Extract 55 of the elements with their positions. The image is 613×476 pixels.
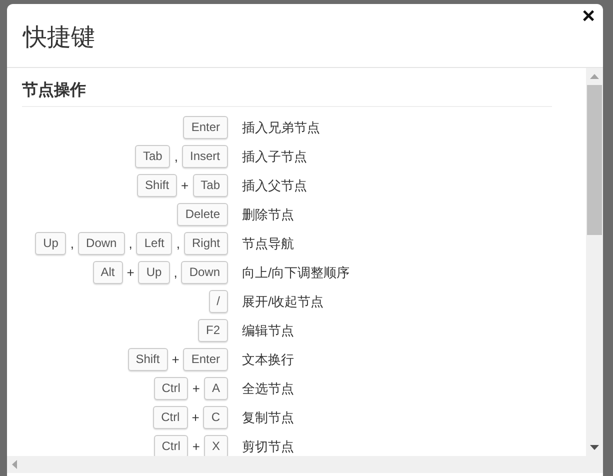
key-cap: Delete — [177, 203, 228, 226]
key-cap: Up — [35, 232, 66, 255]
key-cap: / — [208, 290, 228, 313]
scroll-down-icon[interactable] — [590, 445, 599, 450]
section-title: 节点操作 — [22, 80, 552, 107]
key-separator: , — [175, 236, 181, 251]
key-separator: + — [126, 265, 136, 280]
key-cap: Tab — [192, 174, 228, 197]
scrollbar-thumb[interactable] — [587, 85, 602, 235]
key-cap: C — [203, 406, 228, 429]
dialog-title: 快捷键 — [23, 22, 95, 52]
key-cap: Ctrl — [154, 435, 188, 456]
horizontal-scrollbar[interactable] — [7, 456, 603, 473]
key-cap: Down — [181, 261, 228, 284]
key-cap: Ctrl — [153, 406, 188, 429]
key-cap: Alt — [92, 261, 123, 284]
key-cap: Left — [136, 232, 172, 255]
shortcut-description: 插入兄弟节点 — [242, 118, 321, 136]
shortcut-description: 文本换行 — [242, 350, 295, 368]
shortcut-description: 复制节点 — [242, 408, 295, 426]
shortcut-description: 节点导航 — [242, 234, 295, 252]
key-separator: + — [190, 410, 200, 425]
shortcut-description: 插入父节点 — [242, 176, 308, 194]
key-separator: + — [191, 381, 201, 396]
key-separator: , — [173, 149, 179, 164]
shortcut-description: 展开/收起节点 — [242, 292, 325, 310]
shortcut-description: 插入子节点 — [242, 148, 308, 166]
key-cap: F2 — [198, 319, 228, 342]
key-cap: Enter — [183, 348, 228, 371]
key-cap: Down — [78, 232, 125, 255]
key-cap: Right — [184, 232, 228, 255]
shortcut-description: 向上/向下调整顺序 — [242, 264, 351, 282]
key-cap: Up — [138, 261, 170, 284]
key-cap: Enter — [183, 116, 228, 139]
close-button[interactable]: × — [579, 4, 598, 28]
key-cap: Ctrl — [154, 377, 188, 400]
shortcut-description: 编辑节点 — [242, 322, 295, 340]
key-separator: , — [69, 236, 76, 251]
key-separator: + — [180, 178, 190, 193]
key-cap: Tab — [135, 145, 170, 168]
shortcut-description: 删除节点 — [242, 206, 295, 224]
vertical-scrollbar[interactable] — [586, 68, 603, 456]
shortcut-description: 全选节点 — [242, 380, 295, 398]
key-separator: + — [170, 352, 180, 367]
key-cap: X — [204, 435, 228, 456]
key-separator: , — [128, 236, 134, 251]
scroll-up-icon[interactable] — [590, 74, 599, 79]
key-separator: , — [172, 265, 178, 280]
key-separator: + — [191, 439, 201, 454]
scroll-left-icon[interactable] — [12, 460, 17, 469]
key-cap: A — [204, 377, 228, 400]
key-cap: Shift — [128, 348, 168, 371]
key-cap: Insert — [182, 145, 228, 168]
key-cap: Shift — [137, 174, 178, 197]
shortcut-description: 剪切节点 — [242, 438, 295, 456]
